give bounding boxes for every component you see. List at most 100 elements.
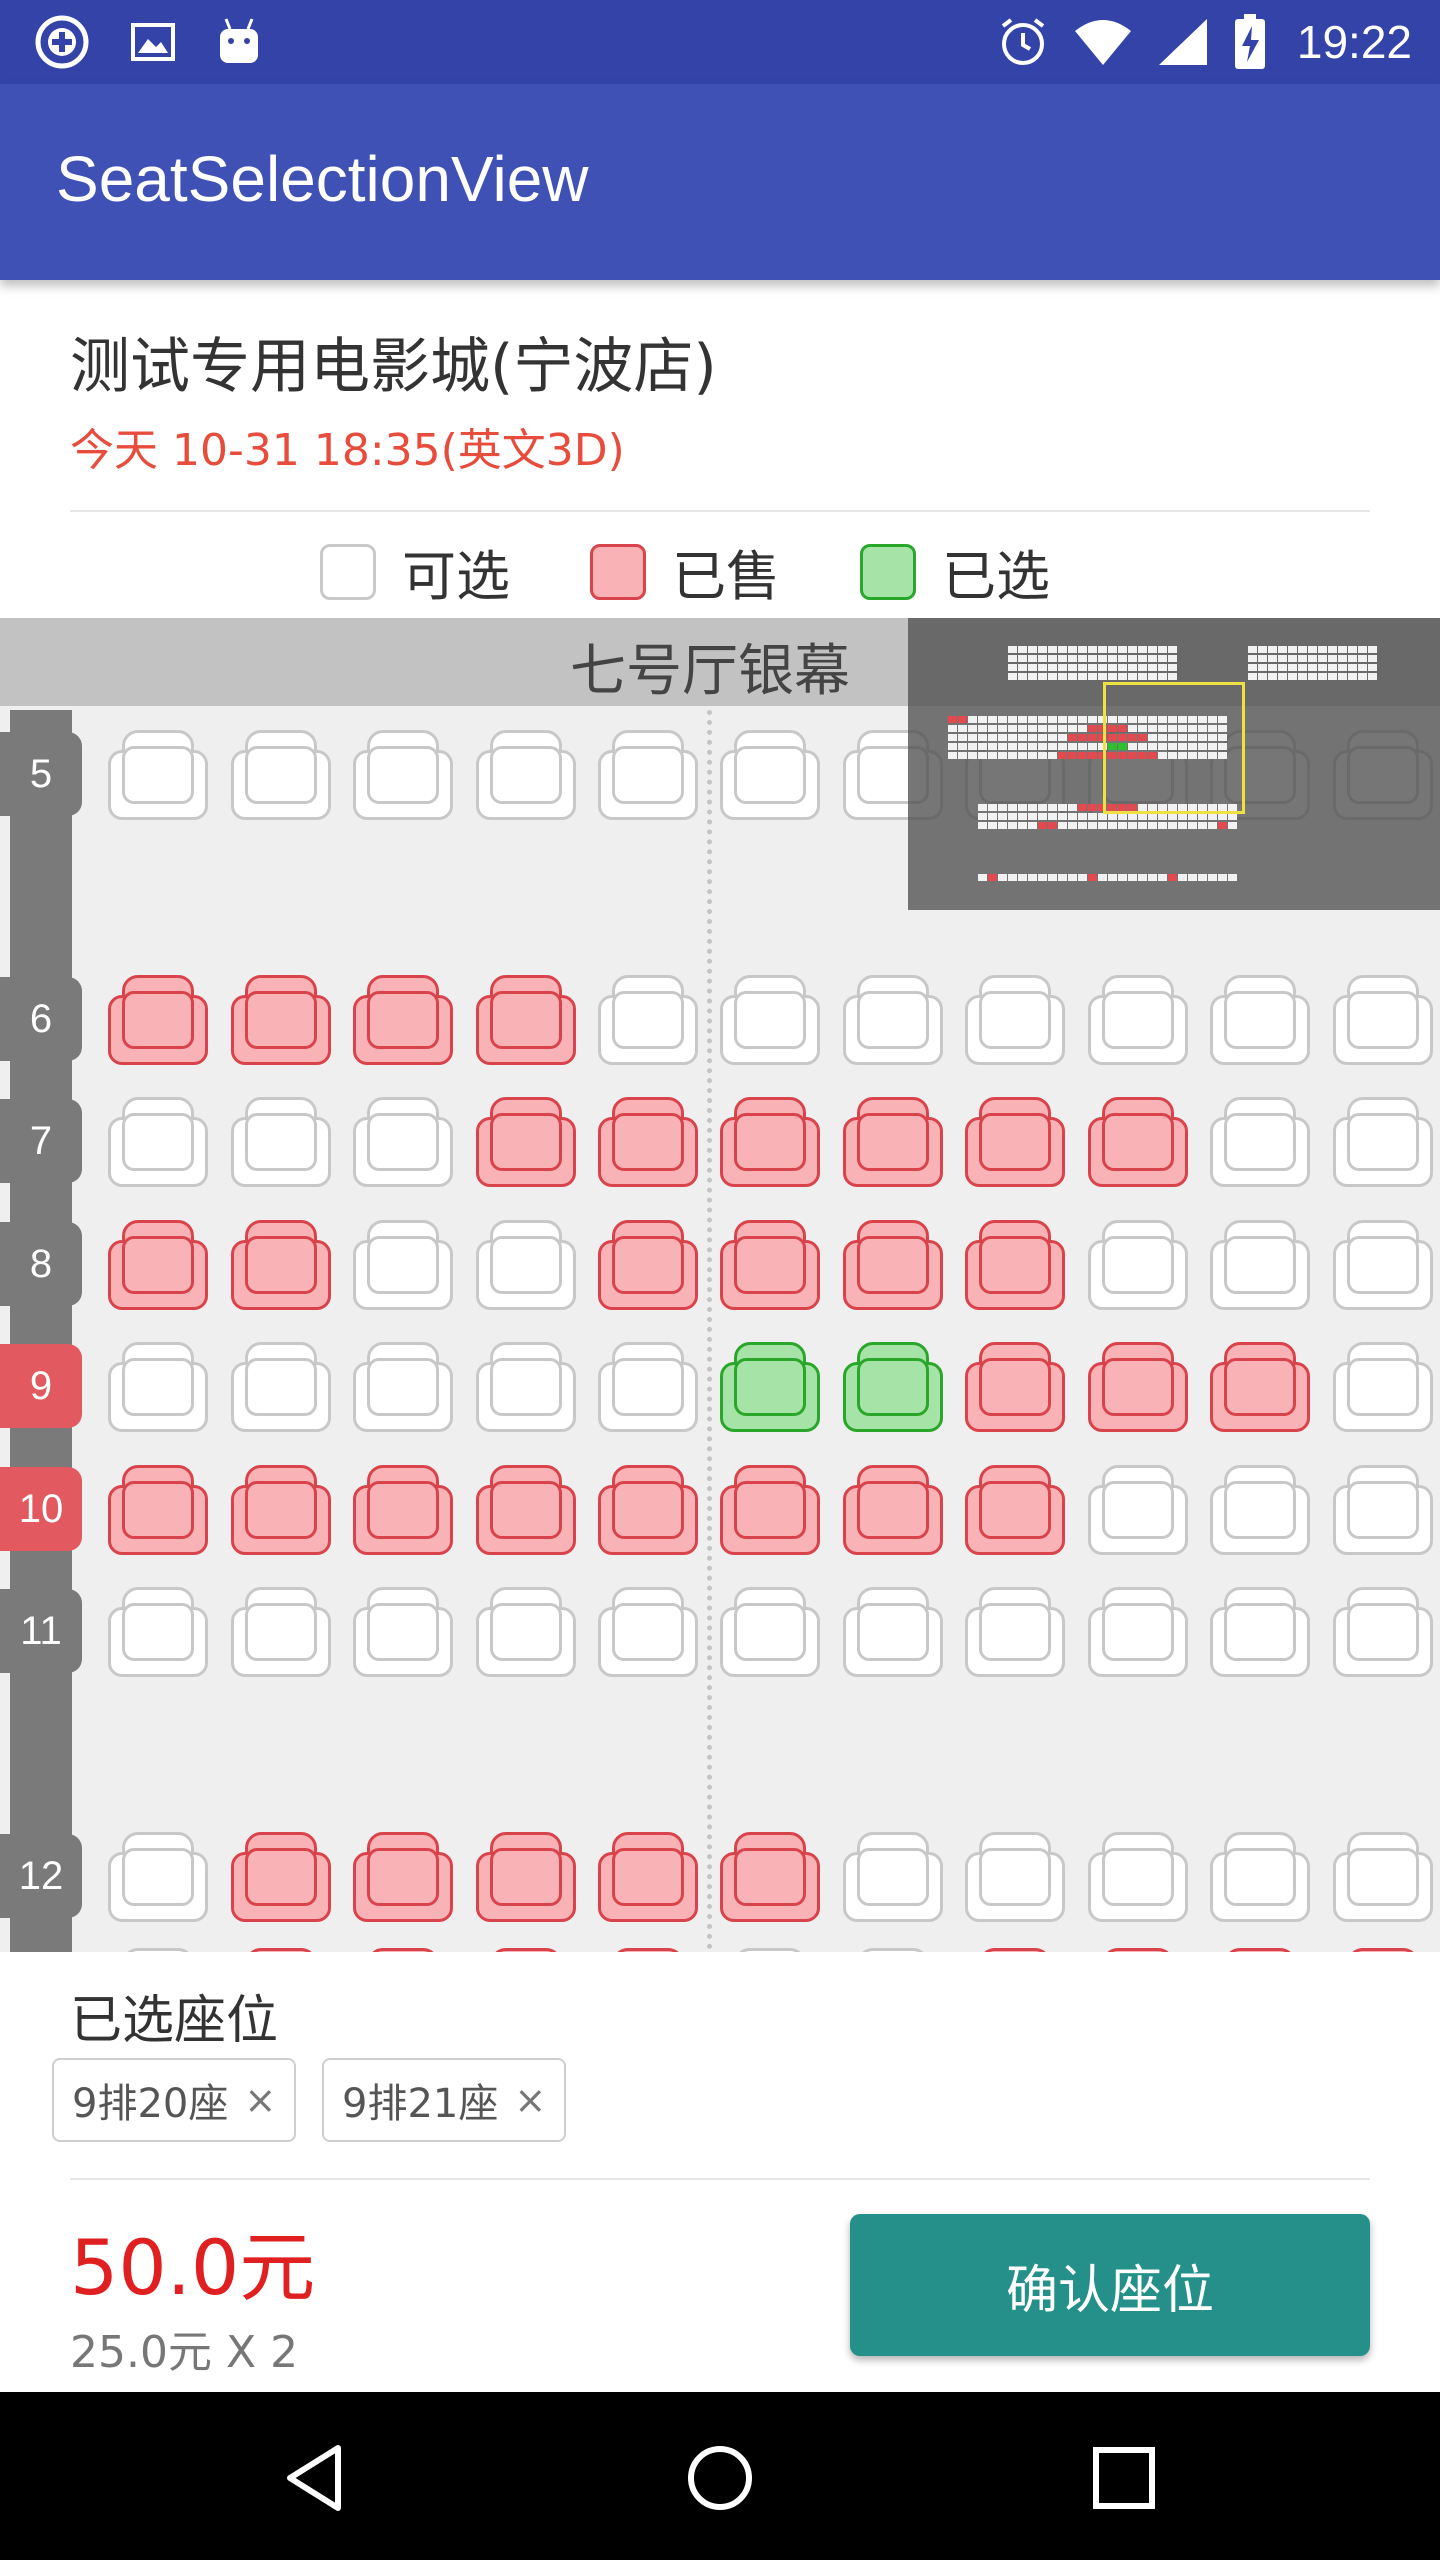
overview-seat	[948, 752, 957, 759]
available-seat[interactable]	[1088, 1465, 1188, 1555]
available-seat[interactable]	[598, 1587, 698, 1677]
available-seat[interactable]	[1088, 1832, 1188, 1922]
overview-seat	[1018, 752, 1027, 759]
available-seat[interactable]	[108, 1587, 208, 1677]
overview-seat	[1168, 673, 1177, 680]
available-seat[interactable]	[1333, 1220, 1433, 1310]
overview-seat	[1058, 664, 1067, 671]
available-seat[interactable]	[1333, 1465, 1433, 1555]
overview-seat	[1228, 822, 1237, 829]
available-seat[interactable]	[108, 1948, 208, 1952]
available-seat[interactable]	[1088, 1220, 1188, 1310]
status-right-icons: 19:22	[997, 10, 1412, 74]
overview-seat	[978, 813, 987, 820]
overview-seat	[1108, 813, 1117, 820]
available-seat[interactable]	[720, 975, 820, 1065]
available-seat[interactable]	[1088, 1587, 1188, 1677]
overview-seat	[1038, 655, 1047, 662]
overview-seat	[1098, 822, 1107, 829]
available-seat[interactable]	[231, 730, 331, 820]
overview-seat	[1328, 655, 1337, 662]
overview-seat	[1088, 813, 1097, 820]
available-seat[interactable]	[476, 730, 576, 820]
overview-seat	[1028, 725, 1037, 732]
available-seat[interactable]	[1333, 1832, 1433, 1922]
available-seat[interactable]	[231, 1587, 331, 1677]
available-seat[interactable]	[843, 975, 943, 1065]
overview-seat	[1318, 646, 1327, 653]
available-seat[interactable]	[353, 1097, 453, 1187]
available-seat[interactable]	[720, 730, 820, 820]
overview-seat	[1288, 673, 1297, 680]
overview-seat	[1168, 655, 1177, 662]
overview-seat	[1168, 813, 1177, 820]
recents-icon[interactable]	[1084, 2438, 1164, 2518]
selected-seat[interactable]	[843, 1342, 943, 1432]
available-seat[interactable]	[598, 975, 698, 1065]
available-seat[interactable]	[108, 730, 208, 820]
available-seat[interactable]	[843, 1832, 943, 1922]
available-seat[interactable]	[231, 1097, 331, 1187]
available-seat[interactable]	[476, 1587, 576, 1677]
available-seat[interactable]	[1210, 1465, 1310, 1555]
selected-seat[interactable]	[720, 1342, 820, 1432]
overview-seat	[1018, 655, 1027, 662]
available-seat[interactable]	[353, 1220, 453, 1310]
overview-seat	[998, 734, 1007, 741]
sold-seat	[1088, 1342, 1188, 1432]
available-seat[interactable]	[476, 1220, 576, 1310]
available-seat[interactable]	[1333, 1342, 1433, 1432]
overview-seat	[1058, 822, 1067, 829]
selected-seat-chip[interactable]: 9排20座 ×	[52, 2058, 297, 2142]
available-seat[interactable]	[1210, 1097, 1310, 1187]
available-seat[interactable]	[108, 1832, 208, 1922]
overview-seat	[1098, 646, 1107, 653]
available-seat[interactable]	[1210, 975, 1310, 1065]
available-seat[interactable]	[108, 1097, 208, 1187]
overview-seat	[1158, 874, 1167, 881]
back-icon[interactable]	[276, 2438, 356, 2518]
close-icon[interactable]: ×	[244, 2078, 276, 2122]
available-seat[interactable]	[965, 975, 1065, 1065]
available-seat[interactable]	[1210, 1220, 1310, 1310]
available-seat[interactable]	[598, 1342, 698, 1432]
available-seat[interactable]	[843, 1587, 943, 1677]
overview-seat	[1268, 655, 1277, 662]
overview-seat	[1308, 655, 1317, 662]
available-seat[interactable]	[1210, 1832, 1310, 1922]
overview-seat	[1148, 673, 1157, 680]
available-seat[interactable]	[598, 730, 698, 820]
available-seat[interactable]	[231, 1342, 331, 1432]
confirm-seat-button[interactable]: 确认座位	[850, 2214, 1370, 2356]
available-seat[interactable]	[353, 730, 453, 820]
selected-seat-chip[interactable]: 9排21座 ×	[322, 2058, 567, 2142]
available-seat[interactable]	[843, 1948, 943, 1952]
overview-seat	[1048, 716, 1057, 723]
available-seat[interactable]	[1333, 975, 1433, 1065]
available-seat[interactable]	[720, 1587, 820, 1677]
available-seat[interactable]	[476, 1342, 576, 1432]
overview-seat	[1018, 743, 1027, 750]
available-seat[interactable]	[965, 1587, 1065, 1677]
overview-seat	[1188, 822, 1197, 829]
overview-viewport	[1103, 682, 1245, 814]
overview-seat	[948, 734, 957, 741]
available-seat[interactable]	[1210, 1587, 1310, 1677]
overview-seat	[1338, 673, 1347, 680]
overview-seat	[1258, 673, 1267, 680]
available-seat[interactable]	[353, 1587, 453, 1677]
overview-seat	[978, 734, 987, 741]
available-seat[interactable]	[1088, 975, 1188, 1065]
available-seat[interactable]	[108, 1342, 208, 1432]
status-time: 19:22	[1296, 16, 1412, 68]
available-seat[interactable]	[720, 1948, 820, 1952]
available-seat[interactable]	[965, 1832, 1065, 1922]
row-number: 8	[0, 1222, 82, 1306]
available-seat[interactable]	[1333, 1097, 1433, 1187]
overview-seat	[1128, 813, 1137, 820]
overview-seat	[1188, 813, 1197, 820]
close-icon[interactable]: ×	[514, 2078, 546, 2122]
available-seat[interactable]	[1333, 1587, 1433, 1677]
available-seat[interactable]	[353, 1342, 453, 1432]
home-icon[interactable]	[680, 2438, 760, 2518]
